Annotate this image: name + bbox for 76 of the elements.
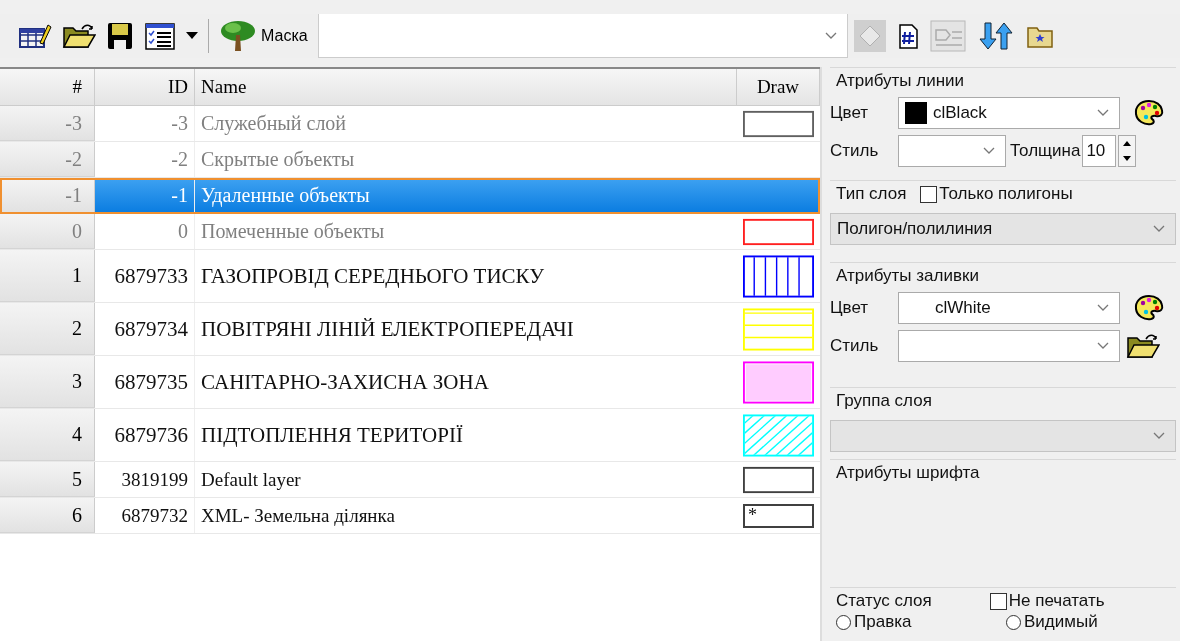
table-cell: -3 <box>95 106 195 141</box>
palette-icon[interactable] <box>1134 99 1164 127</box>
table-cell: -2 <box>95 142 195 177</box>
table-cell: 6879733 <box>95 250 195 302</box>
row-number[interactable]: 1 <box>0 250 95 302</box>
row-number[interactable]: 4 <box>0 409 95 461</box>
width-field[interactable]: 10 <box>1082 135 1117 167</box>
style-swatch <box>743 306 814 352</box>
table-cell-text: Скрытые объекты <box>200 147 356 173</box>
table-cell-text: САНІТАРНО-ЗАХИСНА ЗОНА <box>200 368 490 396</box>
table-cell-text: XML- Земельна ділянка <box>200 503 396 528</box>
chevron-icon <box>1097 304 1109 312</box>
row-number[interactable]: 5 <box>0 462 95 497</box>
radio-button[interactable]: Правка <box>836 612 1006 632</box>
polygons-only-checkbox[interactable]: Только полигоны <box>920 184 1073 204</box>
spin-buttons[interactable] <box>1118 135 1137 167</box>
style-swatch <box>743 412 814 458</box>
style-swatch <box>743 253 814 299</box>
field-label: Стиль <box>830 141 880 161</box>
field-label: Толщина <box>1010 141 1081 161</box>
table-cell-text: Помеченные объекты <box>200 219 386 244</box>
table-cell-text: Служебный слой <box>200 111 348 137</box>
color-dropdown[interactable]: clBlack <box>898 97 1120 129</box>
row-number[interactable]: 6 <box>0 498 95 533</box>
row-number[interactable]: 3 <box>0 356 95 408</box>
row-number[interactable]: 2 <box>0 303 95 355</box>
group-title: Статус слоя <box>836 591 932 611</box>
table-cell: 0 <box>95 214 195 249</box>
style-swatch: * <box>743 503 814 528</box>
tree-icon[interactable] <box>219 19 257 53</box>
column-header[interactable]: ID <box>95 69 195 105</box>
table-cell: 6879736 <box>95 409 195 461</box>
style-swatch <box>743 465 814 494</box>
table-cell: -1 <box>95 178 195 213</box>
table-cell-text: Default layer <box>200 467 302 492</box>
disabled-tool-icon <box>853 20 886 52</box>
chevron-icon <box>1153 432 1165 440</box>
radio-button[interactable]: Видимый <box>1006 612 1176 632</box>
checklist-icon[interactable] <box>144 21 176 51</box>
table-cell-text: Удаленные объекты <box>200 183 371 209</box>
group-title: Тип слоя <box>836 184 907 204</box>
table-cell: 3819199 <box>95 462 195 497</box>
chevron-icon <box>1153 225 1165 233</box>
table-cell-text: ПІДТОПЛЕННЯ ТЕРИТОРІЇ <box>200 421 464 449</box>
table-cell-text: ГАЗОПРОВІД СЕРЕДНЬОГО ТИСКУ <box>200 262 546 290</box>
color-dropdown[interactable]: clWhite <box>898 292 1120 324</box>
open-folder-icon[interactable] <box>1126 332 1160 360</box>
open-folder-icon[interactable] <box>62 22 96 50</box>
style-swatch <box>743 359 814 405</box>
save-icon[interactable] <box>106 21 134 51</box>
chevron-icon <box>1097 109 1109 117</box>
group-title: Атрибуты шрифта <box>836 463 980 483</box>
chevron-icon <box>824 31 837 40</box>
chevron-icon <box>1097 342 1109 350</box>
style-swatch <box>743 109 814 138</box>
field-label: Цвет <box>830 103 870 123</box>
table-cell-text: ПОВІТРЯНІ ЛІНІЙ ЕЛЕКТРОПЕРЕДАЧІ <box>200 315 575 343</box>
dropdown-arrow-icon[interactable] <box>186 32 198 40</box>
style-swatch <box>743 217 814 246</box>
group-title: Атрибуты линии <box>836 71 965 91</box>
table-cell: 6879732 <box>95 498 195 533</box>
table-cell: 6879734 <box>95 303 195 355</box>
field-label: Стиль <box>830 336 880 356</box>
chevron-icon <box>983 147 995 155</box>
table-cell: 6879735 <box>95 356 195 408</box>
column-header[interactable]: Draw <box>737 69 820 105</box>
column-header[interactable]: # <box>0 69 95 105</box>
mask-field[interactable] <box>317 14 848 58</box>
column-header[interactable]: Name <box>195 69 737 105</box>
field-label: Цвет <box>830 298 870 318</box>
group-title: Группа слоя <box>836 391 932 411</box>
layer-type-dropdown[interactable]: Полигон/полилиния <box>830 213 1176 245</box>
group-title: Атрибуты заливки <box>836 266 979 286</box>
mask-label: Маска <box>261 27 308 45</box>
no-print-checkbox[interactable]: Не печатать <box>989 591 1105 611</box>
palette-icon[interactable] <box>1134 294 1164 322</box>
